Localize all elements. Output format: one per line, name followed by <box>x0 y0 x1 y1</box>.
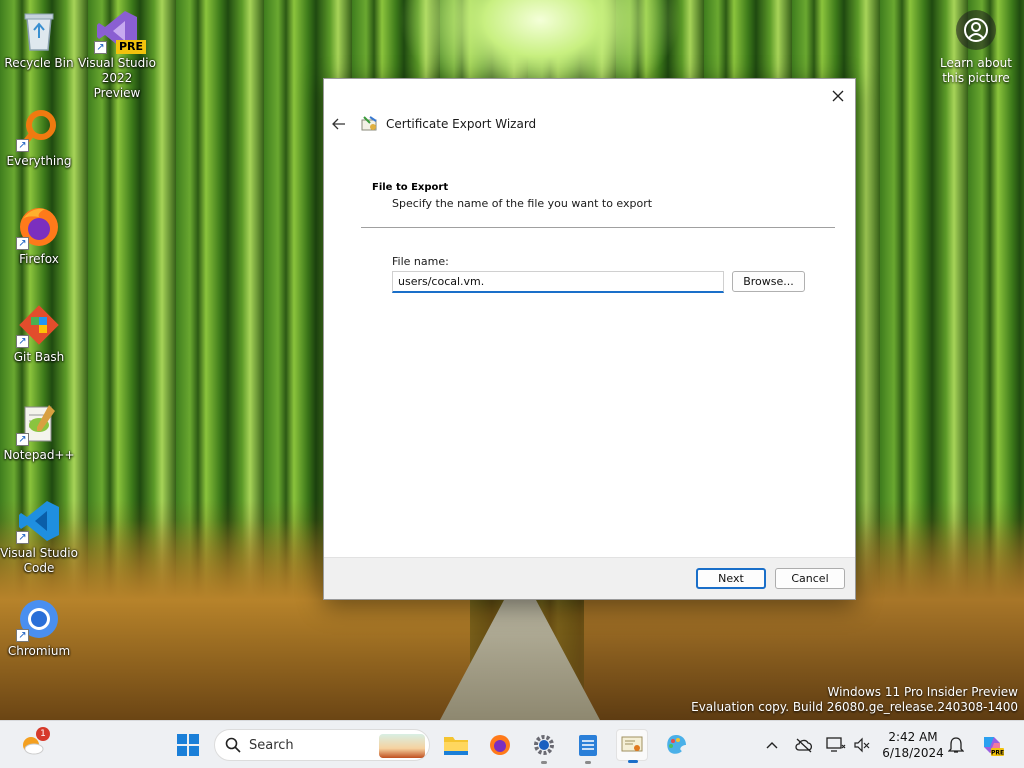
dialog-header: Certificate Export Wizard <box>330 115 536 133</box>
back-arrow-icon <box>332 118 345 130</box>
desktop-icon-label: Git Bash <box>13 350 65 364</box>
firefox-icon: ↗ <box>16 204 62 250</box>
dialog-footer: Next Cancel <box>324 557 855 599</box>
desktop-icon-label: Firefox <box>19 252 59 266</box>
taskbar-clock[interactable]: 2:42 AM 6/18/2024 <box>876 729 950 761</box>
evaluation-watermark: Windows 11 Pro Insider Preview Evaluatio… <box>691 685 1018 715</box>
copilot-icon: PRE <box>984 737 1004 757</box>
taskbar-notepad[interactable] <box>572 729 604 764</box>
desktop-icon-label: Visual Studio 2022 Preview <box>78 56 156 100</box>
taskbar-search[interactable]: Search <box>214 729 430 761</box>
chromium-icon: ↗ <box>16 596 62 642</box>
desktop-icon-git-bash[interactable]: ↗ Git Bash <box>0 302 78 365</box>
onedrive-status[interactable] <box>794 735 814 755</box>
learn-about-picture[interactable]: Learn about this picture <box>938 10 1014 86</box>
desktop-icon-firefox[interactable]: ↗ Firefox <box>0 204 78 267</box>
desktop-icon-label: Chromium <box>7 644 71 658</box>
taskbar-certificate-manager[interactable] <box>616 729 648 763</box>
certificate-wizard-icon <box>361 116 377 131</box>
section-subtitle: Specify the name of the file you want to… <box>392 197 653 210</box>
paint-icon <box>667 735 686 754</box>
desktop-icon-label: Everything <box>6 154 72 168</box>
start-button[interactable] <box>172 729 204 761</box>
shortcut-arrow-icon: ↗ <box>16 237 29 250</box>
section-title: File to Export <box>372 182 449 193</box>
copilot-button[interactable]: PRE <box>980 733 1004 757</box>
shortcut-arrow-icon: ↗ <box>16 629 29 642</box>
taskbar-paint[interactable] <box>660 729 692 761</box>
speaker-muted-icon <box>854 737 870 753</box>
learn-about-label: Learn about this picture <box>940 56 1012 85</box>
desktop-icon-label: Visual Studio Code <box>0 546 78 575</box>
folder-icon <box>444 737 468 755</box>
watermark-line-1: Windows 11 Pro Insider Preview <box>827 685 1018 699</box>
watermark-line-2: Evaluation copy. Build 26080.ge_release.… <box>691 700 1018 714</box>
svg-text:PRE: PRE <box>991 750 1004 757</box>
clock-date: 6/18/2024 <box>882 746 944 760</box>
clock-time: 2:42 AM <box>888 730 938 744</box>
desktop-icon-label: Notepad++ <box>3 448 75 462</box>
certificate-icon <box>621 736 643 752</box>
desktop-icon-label: Recycle Bin <box>4 56 74 70</box>
shortcut-arrow-icon: ↗ <box>16 139 29 152</box>
desktop-icon-recycle-bin[interactable]: Recycle Bin <box>0 8 78 71</box>
widgets-badge: 1 <box>36 727 50 741</box>
volume-status[interactable] <box>852 735 872 755</box>
desktop-icon-notepad-plus-plus[interactable]: ↗ Notepad++ <box>0 400 78 463</box>
taskbar-settings[interactable] <box>528 729 560 764</box>
firefox-icon <box>490 735 510 755</box>
taskbar: 1 Search 2:42 AM 6/18/2024 PRE <box>0 720 1024 768</box>
notifications-button[interactable] <box>946 735 966 755</box>
preview-badge: PRE <box>115 40 146 54</box>
dialog-title: Certificate Export Wizard <box>386 117 537 131</box>
back-button[interactable] <box>330 115 348 133</box>
notepad-icon <box>579 735 597 756</box>
close-button[interactable] <box>827 85 849 107</box>
shortcut-arrow-icon: ↗ <box>94 41 107 54</box>
vscode-icon: ↗ <box>16 498 62 544</box>
close-icon <box>832 90 844 102</box>
camera-spotlight-icon <box>956 10 996 50</box>
file-name-label: File name: <box>392 255 449 268</box>
desktop-icon-everything[interactable]: ↗ Everything <box>0 106 78 169</box>
chevron-up-icon <box>766 742 778 749</box>
shortcut-arrow-icon: ↗ <box>16 531 29 544</box>
browse-button[interactable]: Browse... <box>732 271 805 292</box>
next-button[interactable]: Next <box>696 568 766 589</box>
cancel-button[interactable]: Cancel <box>775 568 845 589</box>
shortcut-arrow-icon: ↗ <box>16 433 29 446</box>
visual-studio-preview-icon: ↗ PRE <box>94 8 146 54</box>
network-icon <box>826 737 846 752</box>
network-status[interactable] <box>826 735 846 755</box>
file-name-input[interactable] <box>392 271 724 293</box>
git-bash-icon: ↗ <box>16 302 62 348</box>
desktop-icon-visual-studio-preview[interactable]: ↗ PRE Visual Studio 2022 Preview <box>78 8 156 101</box>
shortcut-arrow-icon: ↗ <box>16 335 29 348</box>
notepad-plus-plus-icon: ↗ <box>16 400 62 446</box>
certificate-export-wizard-dialog: Certificate Export Wizard File to Export… <box>323 78 856 600</box>
search-highlight-image <box>379 734 425 758</box>
search-label: Search <box>249 737 294 753</box>
everything-search-icon: ↗ <box>16 106 62 152</box>
taskbar-file-explorer[interactable] <box>440 729 472 761</box>
windows-logo-icon <box>177 734 199 756</box>
gear-icon <box>534 735 554 755</box>
desktop-icon-chromium[interactable]: ↗ Chromium <box>0 596 78 659</box>
desktop-icon-vscode[interactable]: ↗ Visual Studio Code <box>0 498 78 576</box>
recycle-bin-icon <box>16 8 62 54</box>
widgets-button[interactable]: 1 <box>16 727 50 761</box>
bell-icon <box>948 737 964 753</box>
taskbar-firefox[interactable] <box>484 729 516 761</box>
cloud-offline-icon <box>795 738 813 753</box>
header-divider <box>361 227 835 228</box>
show-hidden-icons-button[interactable] <box>762 735 782 755</box>
search-icon <box>225 737 241 753</box>
